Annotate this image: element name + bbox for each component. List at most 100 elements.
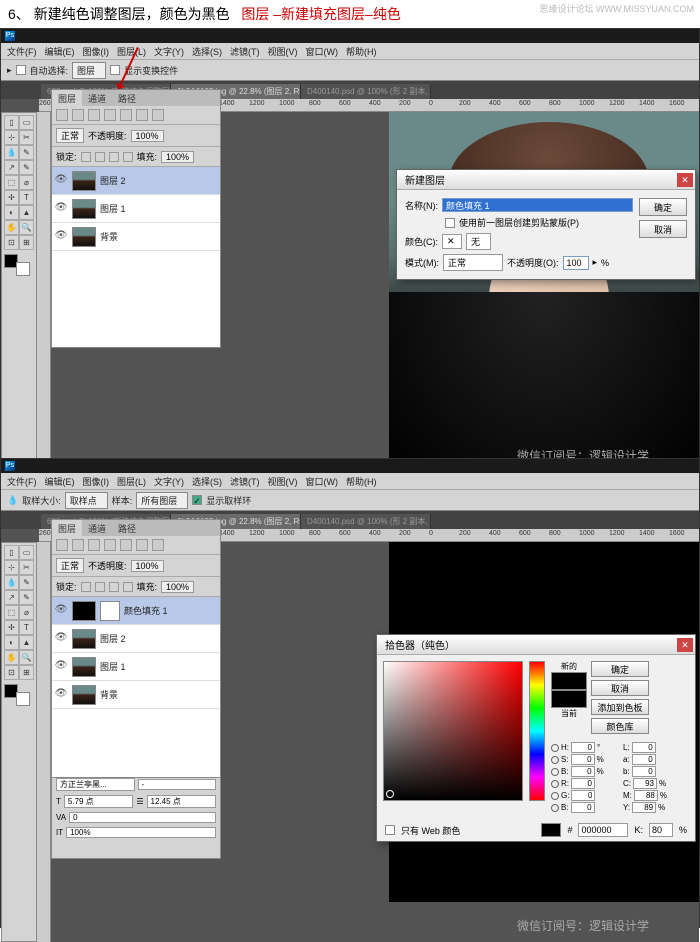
add-swatch-button[interactable]: 添加到色板: [591, 699, 649, 715]
visibility-icon[interactable]: 👁: [54, 604, 68, 618]
menu-item[interactable]: 文字(Y): [154, 475, 184, 488]
layer-list[interactable]: 👁图层 2👁图层 1👁背景: [52, 167, 220, 347]
menu-item[interactable]: 文件(F): [7, 45, 37, 58]
layer-thumbnail[interactable]: [72, 685, 96, 705]
sample-size-dropdown[interactable]: 取样点: [65, 492, 108, 509]
visibility-icon[interactable]: 👁: [54, 202, 68, 216]
show-ring-checkbox[interactable]: ✓: [192, 495, 202, 505]
layers-panel[interactable]: 图层通道路径 正常 不透明度: 100% 锁定: 填充: 100% 👁颜色填充 …: [51, 519, 221, 778]
menu-item[interactable]: 窗口(W): [306, 45, 339, 58]
tool-button[interactable]: 🔍: [19, 220, 34, 235]
hex-input[interactable]: [578, 823, 628, 837]
layer-thumbnail[interactable]: [72, 227, 96, 247]
new-layer-dialog[interactable]: 新建图层 ✕ 名称(N): 使用前一图层创建剪贴蒙版(P) 颜色(C): ✕ 无: [396, 169, 696, 280]
color-mode-radio[interactable]: [551, 792, 559, 800]
color-value-input[interactable]: [571, 742, 595, 753]
visibility-icon[interactable]: 👁: [54, 660, 68, 674]
panel-tab[interactable]: 路径: [112, 90, 142, 106]
visibility-icon[interactable]: 👁: [54, 230, 68, 244]
menu-item[interactable]: 帮助(H): [346, 45, 377, 58]
tool-button[interactable]: ✎: [19, 160, 34, 175]
menu-item[interactable]: 编辑(E): [45, 475, 75, 488]
color-cursor-icon[interactable]: [386, 790, 394, 798]
tool-button[interactable]: ✋: [4, 650, 19, 665]
tool-button[interactable]: 💧: [4, 575, 19, 590]
tool-button[interactable]: ▯: [4, 545, 19, 560]
tool-button[interactable]: ✢: [4, 190, 19, 205]
visibility-icon[interactable]: 👁: [54, 174, 68, 188]
panel-tabs[interactable]: 图层通道路径: [52, 90, 220, 106]
toolbox[interactable]: ▯▭⊹✂💧✎↗✎⬚⌀✢T◐▲✋🔍⊡⊞: [1, 542, 37, 942]
layer-thumbnail[interactable]: [72, 601, 96, 621]
color-value-input[interactable]: [571, 802, 595, 813]
close-icon[interactable]: ✕: [677, 173, 693, 187]
font-dropdown[interactable]: 方正兰亭黑...: [56, 778, 135, 791]
color-value-input[interactable]: [632, 802, 656, 813]
auto-select-checkbox[interactable]: [16, 65, 26, 75]
menu-item[interactable]: 滤镜(T): [230, 475, 260, 488]
leading[interactable]: 12.45 点: [147, 795, 216, 808]
color-value-input[interactable]: [632, 754, 656, 765]
tool-button[interactable]: ▲: [19, 205, 34, 220]
layer-name[interactable]: 图层 2: [100, 632, 126, 645]
color-mode-radio[interactable]: [551, 744, 559, 752]
ruler-vertical[interactable]: [37, 112, 51, 472]
tool-button[interactable]: ⊹: [4, 560, 19, 575]
menubar[interactable]: 文件(F)编辑(E)图像(I)图层(L)文字(Y)选择(S)滤镜(T)视图(V)…: [1, 43, 699, 59]
panel-tab[interactable]: 图层: [52, 520, 82, 536]
blend-mode-dropdown[interactable]: 正常: [56, 128, 84, 143]
tool-button[interactable]: ↗: [4, 160, 19, 175]
layer-list[interactable]: 👁 颜色填充 1 👁 图层 2 👁 图层 1 👁背景: [52, 597, 220, 777]
document-tab[interactable]: D400140.psd @ 100% (形 2 副本, RGB/8) *: [301, 84, 431, 99]
layer-mask[interactable]: [100, 601, 120, 621]
tool-button[interactable]: ⌀: [19, 175, 34, 190]
panel-tab[interactable]: 路径: [112, 520, 142, 536]
panel-tab[interactable]: 通道: [82, 90, 112, 106]
layer-name[interactable]: 图层 1: [100, 202, 126, 215]
tool-button[interactable]: ▯: [4, 115, 19, 130]
layer-thumbnail[interactable]: [72, 629, 96, 649]
clip-checkbox[interactable]: [445, 218, 455, 228]
tool-button[interactable]: ✂: [19, 560, 34, 575]
tool-button[interactable]: ⊹: [4, 130, 19, 145]
layer-name[interactable]: 图层 2: [100, 174, 126, 187]
menu-item[interactable]: 选择(S): [192, 45, 222, 58]
color-value-input[interactable]: [634, 790, 658, 801]
panel-tab[interactable]: 通道: [82, 520, 112, 536]
tool-button[interactable]: ↗: [4, 590, 19, 605]
layer-name[interactable]: 图层 1: [100, 660, 126, 673]
tool-button[interactable]: ⊞: [19, 665, 34, 680]
layers-panel[interactable]: 图层通道路径 正常 不透明度: 100% 锁定: 填充: 100% 👁图层 2👁…: [51, 89, 221, 348]
tool-button[interactable]: 💧: [4, 145, 19, 160]
visibility-icon[interactable]: 👁: [54, 632, 68, 646]
tool-button[interactable]: ⊡: [4, 665, 19, 680]
menu-item[interactable]: 视图(V): [268, 475, 298, 488]
auto-select-dropdown[interactable]: 图层: [72, 62, 106, 79]
menu-item[interactable]: 图像(I): [83, 45, 110, 58]
layer-name[interactable]: 颜色填充 1: [124, 604, 168, 617]
menu-item[interactable]: 编辑(E): [45, 45, 75, 58]
color-mode-radio[interactable]: [551, 804, 559, 812]
panel-tab[interactable]: 图层: [52, 90, 82, 106]
tool-button[interactable]: ⬚: [4, 175, 19, 190]
sample-layers-dropdown[interactable]: 所有图层: [136, 492, 188, 509]
color-field[interactable]: [383, 661, 523, 801]
hue-slider[interactable]: [529, 661, 545, 801]
tool-button[interactable]: ✋: [4, 220, 19, 235]
opacity-field[interactable]: 100%: [131, 560, 164, 572]
layer-item[interactable]: 👁背景: [52, 681, 220, 709]
layer-item[interactable]: 👁 图层 2: [52, 167, 220, 195]
menu-item[interactable]: 视图(V): [268, 45, 298, 58]
color-mode-radio[interactable]: [551, 780, 559, 788]
cancel-button[interactable]: 取消: [591, 680, 649, 696]
color-mode-radio[interactable]: [551, 768, 559, 776]
menu-item[interactable]: 选择(S): [192, 475, 222, 488]
tool-button[interactable]: ⊞: [19, 235, 34, 250]
font-size[interactable]: 5.79 点: [64, 795, 133, 808]
menu-item[interactable]: 帮助(H): [346, 475, 377, 488]
background-color[interactable]: [16, 692, 30, 706]
color-value-input[interactable]: [571, 778, 595, 789]
menu-item[interactable]: 滤镜(T): [230, 45, 260, 58]
tool-button[interactable]: ◐: [4, 635, 19, 650]
dialog-titlebar[interactable]: 拾色器（纯色） ✕: [377, 635, 695, 655]
